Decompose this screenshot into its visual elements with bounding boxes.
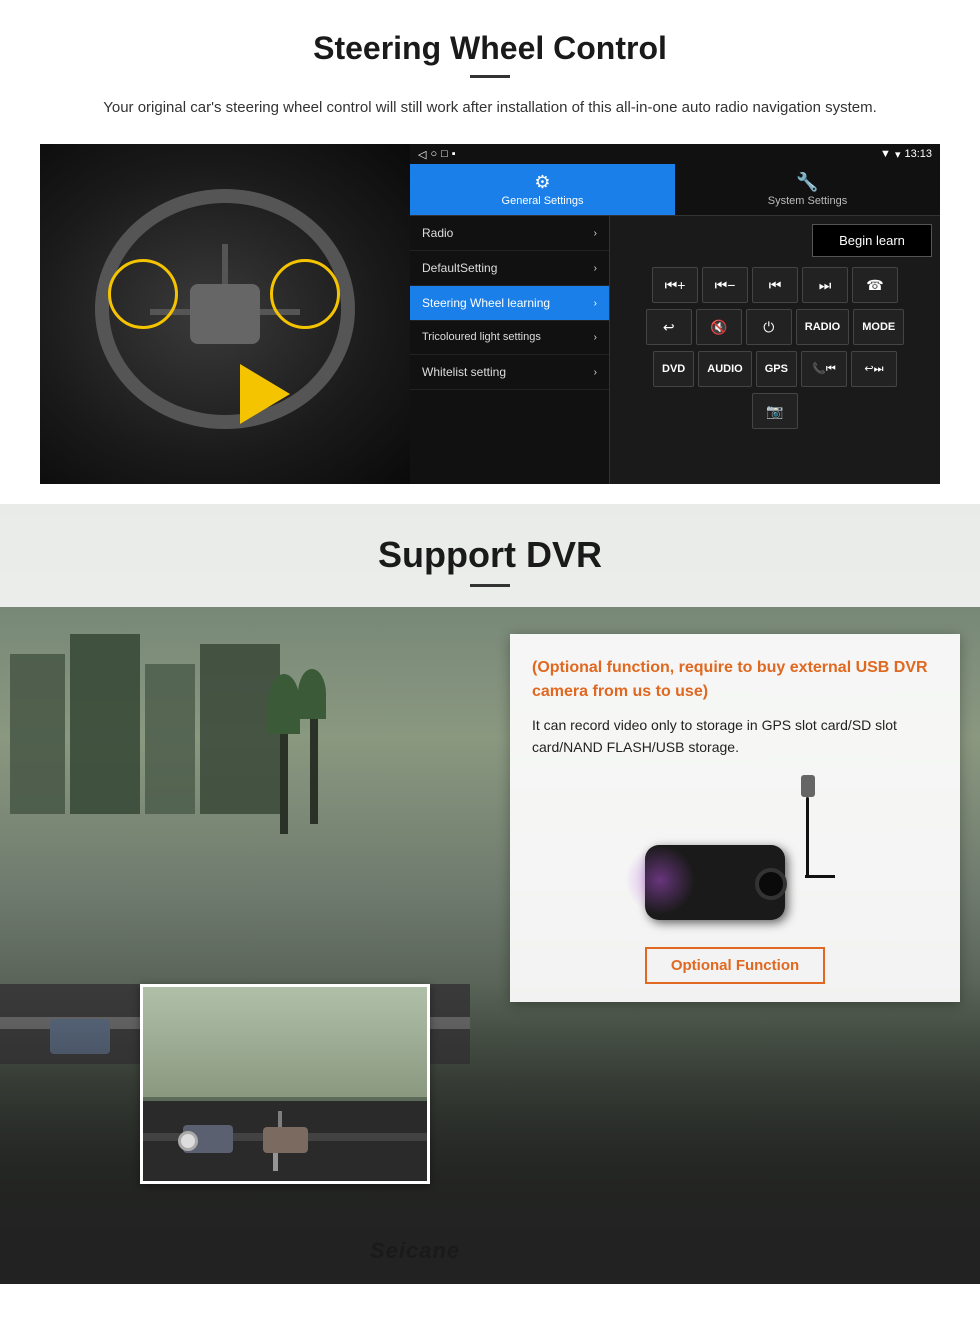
android-statusbar: ◁ ○ □ ▪ ▼ ▾ 13:13	[410, 144, 940, 164]
dvr-title-area: Support DVR	[0, 504, 980, 607]
yellow-circle-right-indicator	[270, 259, 340, 329]
yellow-arrow-pointer	[240, 364, 290, 424]
tab-general-label: General Settings	[502, 195, 584, 207]
chevron-steering-icon: ›	[594, 298, 597, 309]
btn-prev-track[interactable]: ⏮	[752, 267, 798, 303]
btn-radio[interactable]: RADIO	[796, 309, 849, 345]
begin-learn-row: Begin learn	[618, 224, 932, 257]
dvr-card-title: (Optional function, require to buy exter…	[532, 656, 938, 704]
steering-title: Steering Wheel Control	[40, 30, 940, 67]
android-ui-panel: ◁ ○ □ ▪ ▼ ▾ 13:13 ⚙ General Settings 🔧 S…	[410, 144, 940, 484]
btn-mute[interactable]: 🔇	[696, 309, 742, 345]
tab-general-settings[interactable]: ⚙ General Settings	[410, 164, 675, 215]
menu-tricoloured-label: Tricoloured light settings	[422, 331, 541, 344]
btn-screenshot[interactable]: 📷	[752, 393, 798, 429]
dvr-background: Support DVR (Optio	[0, 504, 980, 1284]
menu-default-label: DefaultSetting	[422, 261, 497, 275]
tab-system-settings[interactable]: 🔧 System Settings	[675, 164, 940, 215]
nav-back-icon[interactable]: ◁	[418, 148, 426, 161]
control-row-2: ↩ 🔇 ⏻ RADIO MODE	[618, 309, 932, 345]
android-settings-tabs: ⚙ General Settings 🔧 System Settings	[410, 164, 940, 216]
btn-gps[interactable]: GPS	[756, 351, 797, 387]
btn-hang-up[interactable]: ↩	[646, 309, 692, 345]
chevron-default-icon: ›	[594, 263, 597, 274]
chevron-tricoloured-icon: ›	[594, 332, 597, 343]
control-row-4: 📷	[618, 393, 932, 429]
android-control-buttons-area: Begin learn ⏮+ ⏮− ⏮ ⏭ ☎ ↩ 🔇 ⏻	[610, 216, 940, 484]
dvr-inset-screenshot	[140, 984, 430, 1184]
wheel-center-hub	[190, 284, 260, 344]
dvr-card-body: It can record video only to storage in G…	[532, 714, 938, 759]
dvr-camera-image	[595, 775, 875, 925]
menu-item-steering-wheel[interactable]: Steering Wheel learning ›	[410, 286, 609, 321]
nav-menu-icon[interactable]: ▪	[452, 148, 456, 160]
android-settings-menu: Radio › DefaultSetting › Steering Wheel …	[410, 216, 610, 484]
yellow-circle-left-indicator	[108, 259, 178, 329]
status-signal-icon: ▼	[880, 148, 891, 160]
status-time: 13:13	[904, 148, 932, 160]
control-row-1: ⏮+ ⏮− ⏮ ⏭ ☎	[618, 267, 932, 303]
tab-system-label: System Settings	[768, 195, 847, 207]
steering-subtitle: Your original car's steering wheel contr…	[80, 96, 900, 120]
chevron-whitelist-icon: ›	[594, 367, 597, 378]
seicane-text: Seicane	[370, 1238, 460, 1263]
menu-item-radio[interactable]: Radio ›	[410, 216, 609, 251]
menu-item-defaultsetting[interactable]: DefaultSetting ›	[410, 251, 609, 286]
chevron-radio-icon: ›	[594, 228, 597, 239]
gear-icon: ⚙	[534, 172, 550, 193]
btn-vol-minus[interactable]: ⏮−	[702, 267, 748, 303]
wrench-icon: 🔧	[796, 172, 818, 193]
menu-steering-label: Steering Wheel learning	[422, 296, 550, 310]
btn-hang-next[interactable]: ↩⏭	[851, 351, 897, 387]
status-wifi-icon: ▾	[895, 148, 901, 161]
btn-next-track[interactable]: ⏭	[802, 267, 848, 303]
dvr-title: Support DVR	[0, 534, 980, 576]
control-row-3: DVD AUDIO GPS 📞⏮ ↩⏭	[618, 351, 932, 387]
nav-recent-icon[interactable]: □	[441, 148, 448, 160]
dvr-title-divider	[470, 584, 510, 587]
btn-phone[interactable]: ☎	[852, 267, 898, 303]
btn-power[interactable]: ⏻	[746, 309, 792, 345]
btn-audio[interactable]: AUDIO	[698, 351, 751, 387]
title-divider-1	[470, 75, 510, 78]
steering-section: Steering Wheel Control Your original car…	[0, 0, 980, 504]
seicane-branding: Seicane	[370, 1238, 460, 1264]
btn-vol-plus[interactable]: ⏮+	[652, 267, 698, 303]
steering-content-area: ◁ ○ □ ▪ ▼ ▾ 13:13 ⚙ General Settings 🔧 S…	[40, 144, 940, 484]
menu-whitelist-label: Whitelist setting	[422, 365, 506, 379]
begin-learn-button[interactable]: Begin learn	[812, 224, 932, 257]
menu-item-whitelist[interactable]: Whitelist setting ›	[410, 355, 609, 390]
dvr-section: Support DVR (Optio	[0, 504, 980, 1284]
nav-home-icon[interactable]: ○	[430, 148, 437, 160]
steering-wheel-image	[40, 144, 410, 484]
menu-radio-label: Radio	[422, 226, 453, 240]
btn-dvd[interactable]: DVD	[653, 351, 694, 387]
android-main-area: Radio › DefaultSetting › Steering Wheel …	[410, 216, 940, 484]
optional-function-button[interactable]: Optional Function	[645, 947, 825, 984]
btn-mode[interactable]: MODE	[853, 309, 904, 345]
btn-phone-prev[interactable]: 📞⏮	[801, 351, 847, 387]
dvr-info-card: (Optional function, require to buy exter…	[510, 634, 960, 1002]
menu-item-tricoloured[interactable]: Tricoloured light settings ›	[410, 321, 609, 355]
